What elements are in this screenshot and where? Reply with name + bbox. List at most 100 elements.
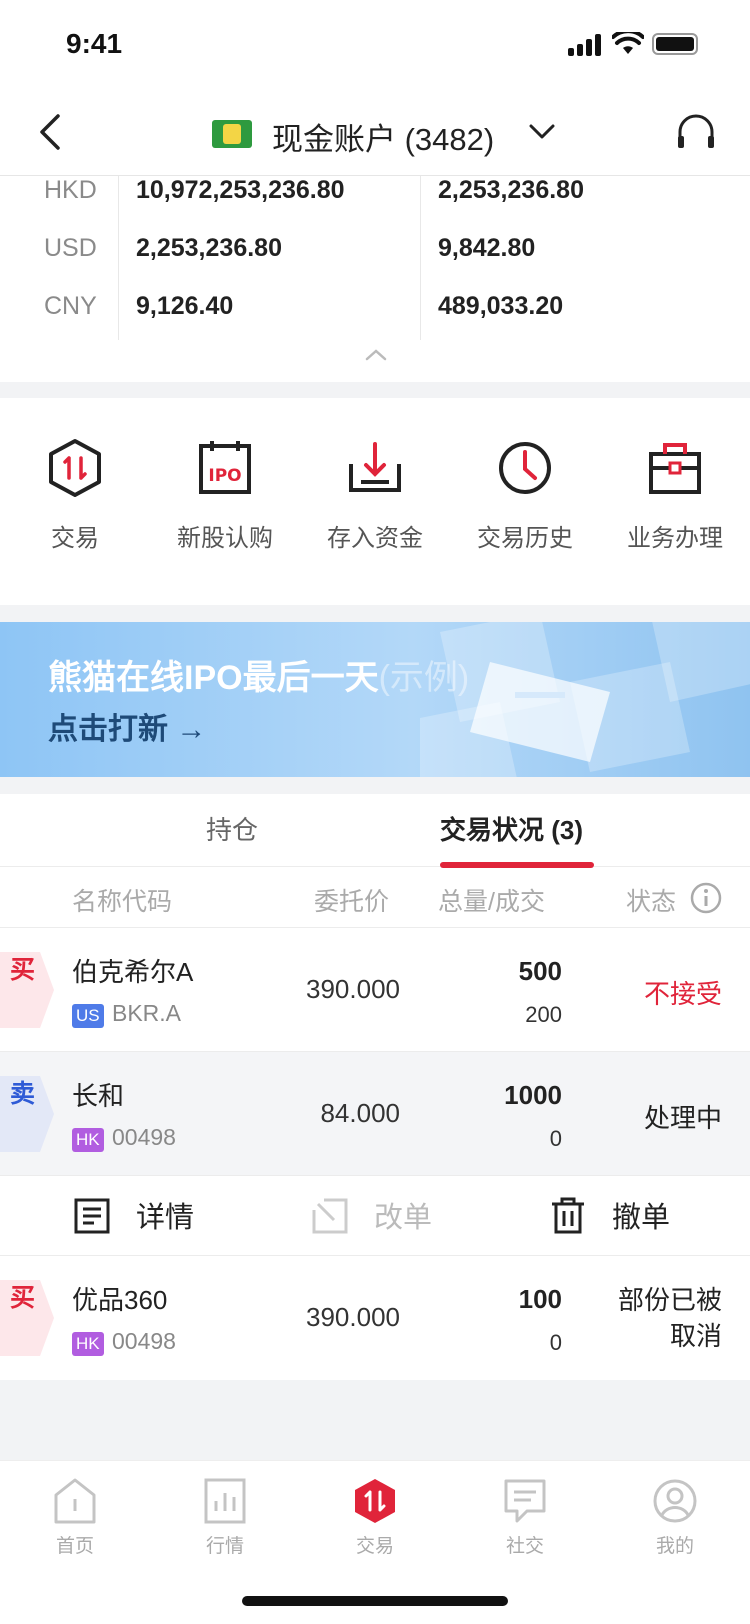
tabbar-label: 交易 — [355, 1536, 394, 1557]
signal-icon — [568, 34, 602, 56]
ipo-calendar-icon: IPO — [199, 441, 251, 494]
tabbar-label: 社交 — [505, 1536, 544, 1557]
trash-icon — [552, 1197, 584, 1234]
clock-icon — [499, 442, 551, 494]
active-tab-indicator — [440, 862, 594, 868]
order-status: 部份已被 取消 — [618, 1282, 722, 1354]
order-status: 处理中 — [643, 1103, 722, 1133]
order-side: 买 — [10, 956, 36, 984]
modify-button[interactable]: 改单 — [312, 1194, 462, 1238]
account-selector[interactable]: 现金账户 (3482) — [272, 114, 494, 159]
quick-action-deposit[interactable]: 存入资金 — [300, 438, 450, 568]
tab-holdings[interactable]: 持仓 — [206, 810, 258, 847]
balance-value: 2,253,236.80 — [438, 176, 584, 204]
banner-decoration — [420, 622, 750, 777]
home-icon — [54, 1478, 96, 1524]
stock-name: 优品360 — [72, 1285, 168, 1315]
balance-table: HKD 10,972,253,236.80 2,253,236.80 USD 2… — [0, 176, 750, 382]
details-label: 详情 — [136, 1202, 195, 1234]
order-qty: 1000 — [504, 1080, 562, 1110]
order-price: 390.000 — [306, 974, 400, 1004]
header-price: 委托价 — [314, 888, 390, 916]
banner-title: 熊猫在线IPO最后一天(示例) — [48, 659, 470, 697]
tabbar-social[interactable]: 社交 — [450, 1477, 600, 1558]
home-indicator — [242, 1596, 508, 1606]
document-icon — [74, 1198, 110, 1234]
cancel-button[interactable]: 撤单 — [550, 1194, 700, 1238]
quick-action-history[interactable]: 交易历史 — [450, 438, 600, 568]
header-name-code: 名称代码 — [72, 888, 173, 916]
order-status-line: 部份已被 — [617, 1285, 722, 1315]
quick-action-label: 交易历史 — [477, 525, 573, 552]
quick-action-business[interactable]: 业务办理 — [600, 438, 750, 568]
chevron-down-icon[interactable] — [528, 122, 556, 142]
quick-actions: 交易 IPO 新股认购 存入资金 交易历史 业务办理 — [0, 398, 750, 605]
order-filled: 0 — [549, 1330, 562, 1355]
tabbar-trade[interactable]: 交易 — [300, 1477, 450, 1558]
edit-icon — [312, 1198, 348, 1234]
stock-code: 00498 — [112, 1328, 176, 1354]
headset-icon[interactable] — [674, 110, 718, 154]
order-status: 不接受 — [643, 979, 722, 1009]
tabbar-label: 行情 — [205, 1536, 244, 1557]
order-row[interactable]: 买 伯克希尔A US BKR.A 390.000 500 200 不接受 — [0, 928, 750, 1052]
balance-value: 489,033.20 — [438, 292, 564, 320]
header-qty-filled: 总量/成交 — [438, 888, 545, 916]
order-qty: 100 — [518, 1284, 562, 1314]
account-currency-icon — [212, 120, 252, 148]
trade-hexagon-icon — [355, 1479, 395, 1523]
battery-icon — [652, 33, 698, 55]
deposit-tray-icon — [349, 442, 401, 492]
order-qty: 500 — [518, 956, 562, 986]
currency-label: USD — [44, 234, 97, 262]
market-chart-icon — [204, 1478, 246, 1524]
order-action-row: 详情 改单 撤单 — [0, 1176, 750, 1256]
order-side: 买 — [10, 1284, 36, 1312]
currency-label: HKD — [44, 176, 97, 204]
tabbar-label: 首页 — [55, 1536, 94, 1557]
quick-action-ipo[interactable]: IPO 新股认购 — [150, 438, 300, 568]
collapse-chevron-icon[interactable] — [364, 348, 388, 362]
order-filled: 0 — [549, 1126, 562, 1151]
wifi-icon — [612, 32, 644, 54]
market-badge: HK — [72, 1332, 104, 1356]
balance-value: 10,972,253,236.80 — [136, 176, 345, 204]
tab-divider — [0, 866, 750, 867]
balance-value: 9,842.80 — [438, 234, 536, 262]
promo-banner[interactable]: 熊猫在线IPO最后一天(示例) 点击打新 → — [0, 622, 750, 777]
order-side: 卖 — [10, 1080, 36, 1108]
back-icon[interactable] — [36, 112, 66, 152]
details-button[interactable]: 详情 — [74, 1194, 224, 1238]
info-icon[interactable] — [690, 882, 722, 914]
quick-action-label: 存入资金 — [327, 525, 423, 552]
tabbar-label: 我的 — [655, 1536, 694, 1557]
cancel-label: 撤单 — [612, 1202, 671, 1234]
balance-value: 2,253,236.80 — [136, 234, 282, 262]
tabbar-market[interactable]: 行情 — [150, 1477, 300, 1558]
status-bar: 9:41 — [0, 0, 750, 90]
banner-cta[interactable]: 点击打新 → — [48, 704, 206, 748]
market-badge: US — [72, 1004, 104, 1028]
balance-row: USD 2,253,236.80 9,842.80 — [0, 234, 750, 294]
tabbar-profile[interactable]: 我的 — [600, 1477, 750, 1558]
currency-label: CNY — [44, 292, 97, 320]
svg-text:IPO: IPO — [208, 466, 241, 486]
status-time: 9:41 — [66, 28, 123, 59]
quick-action-trade[interactable]: 交易 — [0, 438, 150, 568]
banner-title-example: (示例) — [378, 659, 470, 697]
stock-code: 00498 — [112, 1124, 176, 1150]
quick-action-label: 交易 — [51, 525, 99, 552]
order-row[interactable]: 买 优品360 HK 00498 390.000 100 0 部份已被 取消 — [0, 1256, 750, 1380]
stock-name: 伯克希尔A — [72, 957, 194, 987]
tabbar-home[interactable]: 首页 — [0, 1477, 150, 1558]
stock-name: 长和 — [72, 1081, 125, 1111]
modify-label: 改单 — [374, 1202, 433, 1234]
order-price: 84.000 — [320, 1098, 400, 1128]
balance-row: CNY 9,126.40 489,033.20 — [0, 292, 750, 352]
nav-bar: 现金账户 (3482) — [0, 90, 750, 176]
quick-action-label: 新股认购 — [177, 525, 273, 552]
balance-value: 9,126.40 — [136, 292, 234, 320]
order-status-line: 取消 — [669, 1321, 722, 1351]
order-row-selected[interactable]: 卖 长和 HK 00498 84.000 1000 0 处理中 — [0, 1052, 750, 1176]
tab-trade-status[interactable]: 交易状况 (3) — [440, 810, 583, 847]
